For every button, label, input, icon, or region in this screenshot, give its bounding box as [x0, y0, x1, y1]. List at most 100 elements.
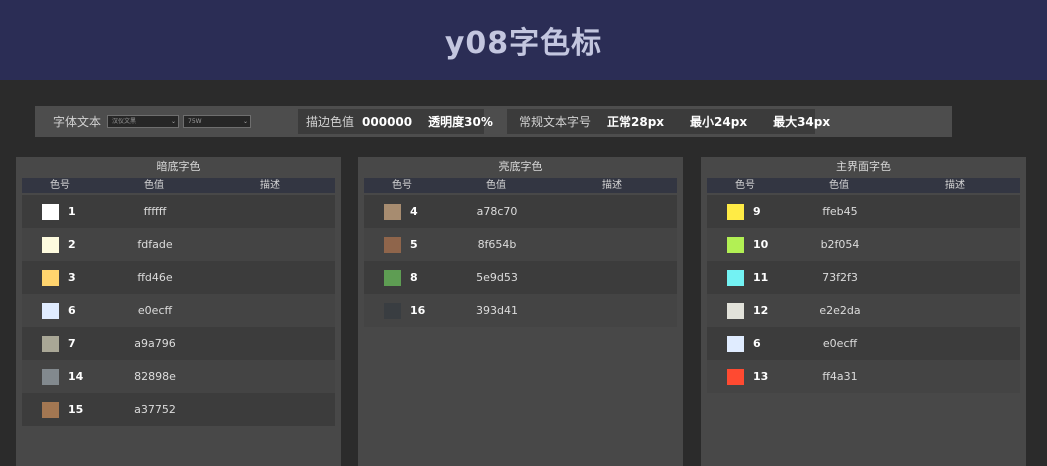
column-number: 色号	[392, 180, 412, 191]
color-row: 16 393d41	[364, 294, 677, 327]
color-number: 9	[753, 205, 761, 218]
color-number: 14	[68, 370, 84, 383]
panel-title: 主界面字色	[836, 160, 891, 173]
color-number: 12	[753, 304, 769, 317]
column-value: 色值	[144, 180, 164, 191]
column-desc: 描述	[260, 180, 280, 191]
panel-main-ui: 主界面字色 色号 色值 描述 9 ffeb45 10 b2f054 11 73f2f3 12…	[701, 157, 1026, 466]
color-hex: e0ecff	[137, 304, 173, 317]
color-row: 10 b2f054	[707, 228, 1020, 261]
color-row: 2 fdfade	[22, 228, 335, 261]
column-number: 色号	[50, 180, 70, 191]
size-group: 常规文本字号 正常28px 最小24px 最大34px	[507, 109, 830, 134]
page-title: y08字色标	[444, 26, 603, 61]
color-number: 4	[410, 205, 418, 218]
color-hex: ff4a31	[822, 370, 858, 383]
color-number: 10	[753, 238, 769, 251]
panel-title: 暗底字色	[156, 160, 201, 173]
color-row: 12 e2e2da	[707, 294, 1020, 327]
color-swatch	[727, 270, 744, 286]
color-hex: a78c70	[476, 205, 518, 218]
color-hex: e2e2da	[819, 304, 861, 317]
color-swatch	[727, 369, 744, 385]
color-list: 4 a78c70 5 8f654b 8 5e9d53 16 393d41	[364, 195, 677, 327]
page-header: y08字色标	[0, 0, 1047, 80]
color-list: 9 ffeb45 10 b2f054 11 73f2f3 12 e2e2da 6 e0ecff 13…	[707, 195, 1020, 393]
font-select-value: 汉仪文黑	[112, 118, 137, 125]
stroke-value: 000000	[362, 114, 413, 129]
color-hex: ffd46e	[137, 271, 173, 284]
color-swatch	[727, 237, 744, 253]
toolbar: 字体文本 汉仪文黑 ⌄ 75W ⌄ 描边色值 000000 透明度30% 常规文…	[35, 106, 952, 137]
panel-light-bg: 亮底字色 色号 色值 描述 4 a78c70 5 8f654b 8 5e9d53 16 393…	[358, 157, 683, 466]
color-swatch	[42, 402, 59, 418]
color-hex: a37752	[134, 403, 176, 416]
color-list: 1 ffffff 2 fdfade 3 ffd46e 6 e0ecff 7 a9a796 14 828…	[22, 195, 335, 426]
color-hex: b2f054	[820, 238, 860, 251]
color-hex: 82898e	[134, 370, 176, 383]
color-row: 5 8f654b	[364, 228, 677, 261]
weight-select[interactable]: 75W ⌄	[183, 115, 252, 128]
color-number: 6	[68, 304, 76, 317]
column-value: 色值	[486, 180, 506, 191]
color-row: 3 ffd46e	[22, 261, 335, 294]
color-row: 1 ffffff	[22, 195, 335, 228]
color-number: 1	[68, 205, 76, 218]
color-swatch	[727, 204, 744, 220]
font-select[interactable]: 汉仪文黑 ⌄	[107, 115, 180, 128]
color-row: 13 ff4a31	[707, 360, 1020, 393]
column-header: 色号 色值 描述	[22, 178, 335, 193]
color-number: 11	[753, 271, 769, 284]
color-number: 7	[68, 337, 76, 350]
color-hex: a9a796	[134, 337, 176, 350]
color-row: 14 82898e	[22, 360, 335, 393]
color-row: 9 ffeb45	[707, 195, 1020, 228]
color-swatch	[727, 303, 744, 319]
color-row: 6 e0ecff	[22, 294, 335, 327]
size-label: 常规文本字号	[519, 115, 592, 129]
column-header: 色号 色值 描述	[707, 178, 1020, 193]
column-number: 色号	[735, 180, 755, 191]
color-number: 13	[753, 370, 769, 383]
column-header: 色号 色值 描述	[364, 178, 677, 193]
color-hex: fdfade	[137, 238, 173, 251]
color-row: 6 e0ecff	[707, 327, 1020, 360]
column-desc: 描述	[602, 180, 622, 191]
color-number: 6	[753, 337, 761, 350]
font-label: 字体文本	[53, 115, 102, 129]
color-row: 8 5e9d53	[364, 261, 677, 294]
color-number: 3	[68, 271, 76, 284]
color-swatch	[384, 237, 401, 253]
color-hex: 5e9d53	[476, 271, 518, 284]
chevron-down-icon: ⌄	[242, 118, 249, 125]
size-normal: 正常28px	[607, 115, 665, 129]
stroke-label: 描边色值	[306, 115, 355, 129]
color-swatch	[42, 270, 59, 286]
color-hex: e0ecff	[822, 337, 858, 350]
stroke-group: 描边色值 000000 透明度30%	[298, 109, 493, 134]
size-max: 最大34px	[773, 115, 831, 129]
color-swatch	[727, 336, 744, 352]
color-hex: ffffff	[143, 205, 167, 218]
color-swatch	[42, 369, 59, 385]
chevron-down-icon: ⌄	[170, 118, 177, 125]
color-hex: ffeb45	[822, 205, 858, 218]
color-swatch	[42, 336, 59, 352]
color-swatch	[42, 204, 59, 220]
color-row: 15 a37752	[22, 393, 335, 426]
color-swatch	[42, 237, 59, 253]
color-hex: 393d41	[476, 304, 518, 317]
panel-title: 亮底字色	[498, 160, 543, 173]
color-swatch	[384, 204, 401, 220]
weight-select-value: 75W	[188, 118, 202, 125]
color-row: 7 a9a796	[22, 327, 335, 360]
color-swatch	[42, 303, 59, 319]
color-hex: 8f654b	[477, 238, 517, 251]
color-row: 11 73f2f3	[707, 261, 1020, 294]
color-swatch	[384, 303, 401, 319]
color-number: 5	[410, 238, 418, 251]
color-row: 4 a78c70	[364, 195, 677, 228]
column-desc: 描述	[945, 180, 965, 191]
color-number: 2	[68, 238, 76, 251]
panel-dark-bg: 暗底字色 色号 色值 描述 1 ffffff 2 fdfade 3 ffd46e 6 e0ec…	[16, 157, 341, 466]
